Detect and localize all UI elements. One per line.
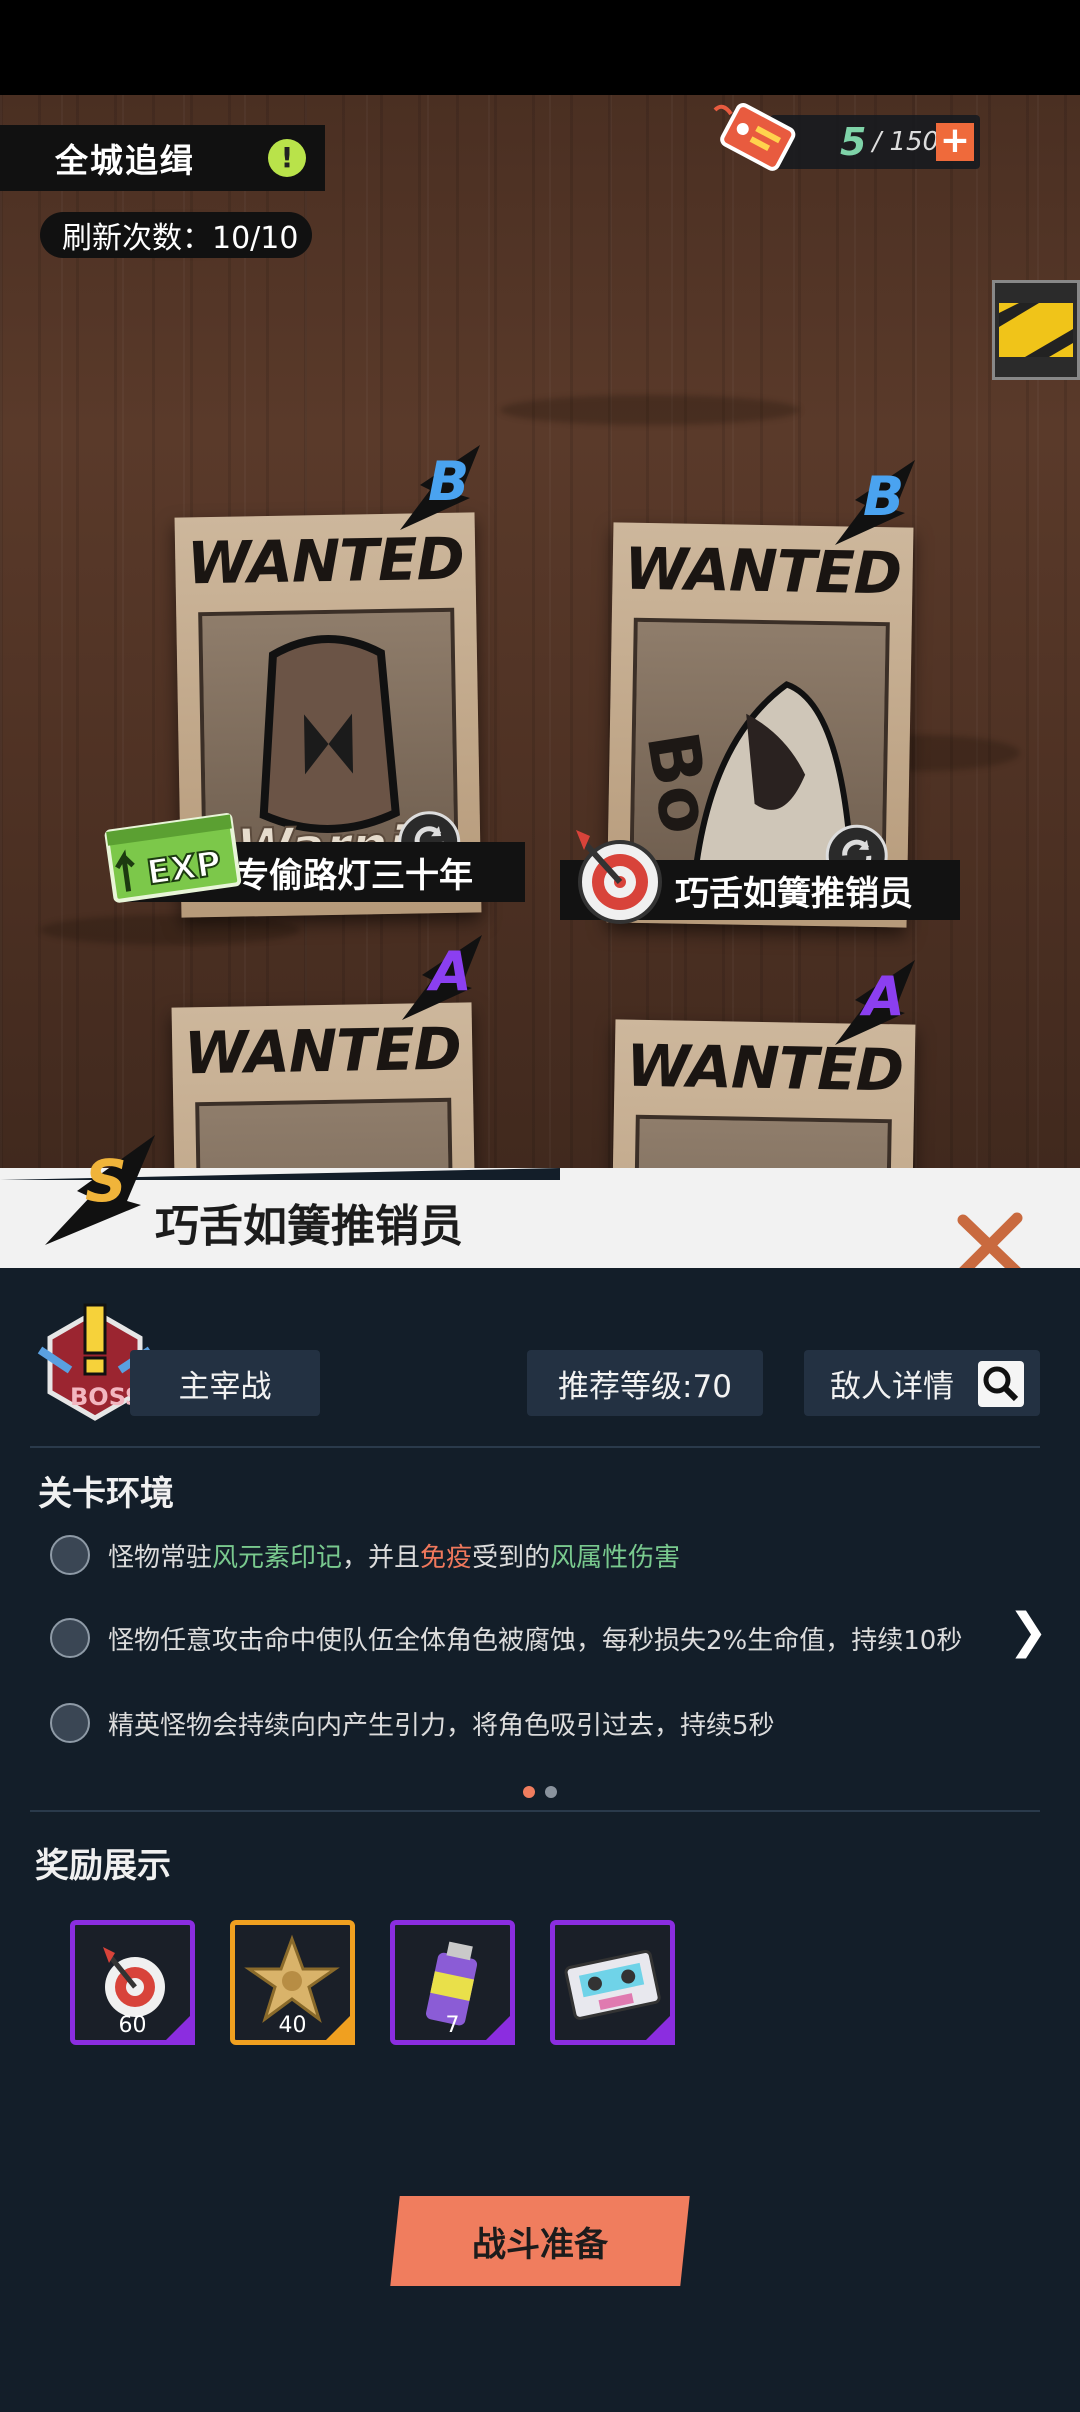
hint-icon[interactable]: !	[268, 139, 306, 177]
stamina-add-button[interactable]: +	[936, 123, 974, 161]
enemy-name: 专偷路灯三十年	[235, 855, 473, 896]
side-tab-under-construction[interactable]	[992, 280, 1080, 380]
corrosion-icon	[50, 1618, 90, 1658]
detail-enemy-name: 巧舌如簧推销员	[155, 1201, 463, 1252]
battle-prepare-button[interactable]: 战斗准备	[390, 2196, 690, 2286]
stamina-counter: 5 / 150 +	[770, 115, 980, 169]
reward-item-1[interactable]: 60	[70, 1920, 195, 2045]
exp-card-icon: EXP	[100, 805, 245, 905]
rank-badge-s: S	[45, 1135, 170, 1250]
wind-mark-icon	[50, 1535, 90, 1575]
gravity-swirl-icon	[50, 1703, 90, 1743]
env-item-3: 精英怪物会持续向内产生引力，将角色吸引过去，持续5秒	[50, 1700, 775, 1746]
reward-item-4[interactable]	[550, 1920, 675, 2045]
enemy-name: 巧舌如簧推销员	[675, 873, 913, 914]
magnifier-icon	[978, 1361, 1024, 1407]
mode-title: 全城追缉	[55, 141, 195, 180]
env-item-1: 怪物常驻 风元素印记 ，并且 免疫 受到的 风属性伤害	[50, 1532, 680, 1578]
ticket-icon	[713, 103, 796, 171]
page-dot-active[interactable]	[523, 1786, 535, 1798]
divider	[30, 1446, 1040, 1448]
rank-badge-a: A	[825, 955, 925, 1050]
enemy-detail-label: 敌人详情	[830, 1368, 954, 1405]
rewards-section-title: 奖励展示	[35, 1846, 171, 1886]
battle-prepare-label: 战斗准备	[472, 2224, 608, 2265]
page-dot[interactable]	[545, 1786, 557, 1798]
status-bar	[0, 0, 1080, 95]
env-section-title: 关卡环境	[38, 1474, 174, 1514]
reward-item-2[interactable]: 40	[230, 1920, 355, 2045]
refresh-count: 刷新次数：10/10	[40, 212, 312, 258]
recommended-level: 推荐等级:70	[527, 1350, 763, 1416]
mode-title-bar: 全城追缉 !	[0, 125, 325, 191]
wanted-header: WANTED	[186, 524, 465, 598]
divider	[30, 1810, 1040, 1812]
wanted-header: WANTED	[183, 1014, 462, 1088]
boss-battle-tag: 主宰战	[130, 1350, 320, 1416]
stamina-current: 5	[840, 120, 867, 164]
rank-badge-b: B	[825, 455, 925, 550]
dart-icon	[560, 810, 670, 930]
rank-badge-b: B	[390, 440, 490, 535]
stamina-max: / 150	[872, 127, 940, 157]
next-page-arrow[interactable]: ❯	[1008, 1603, 1048, 1659]
rank-badge-a: A	[392, 930, 492, 1025]
reward-item-3[interactable]: 7	[390, 1920, 515, 2045]
env-item-2: 怪物任意攻击命中使队伍全体角色被腐蚀，每秒损失2%生命值，持续10秒	[50, 1615, 962, 1661]
cassette-icon	[564, 1949, 661, 2020]
enemy-detail-button[interactable]: 敌人详情	[804, 1350, 1040, 1416]
